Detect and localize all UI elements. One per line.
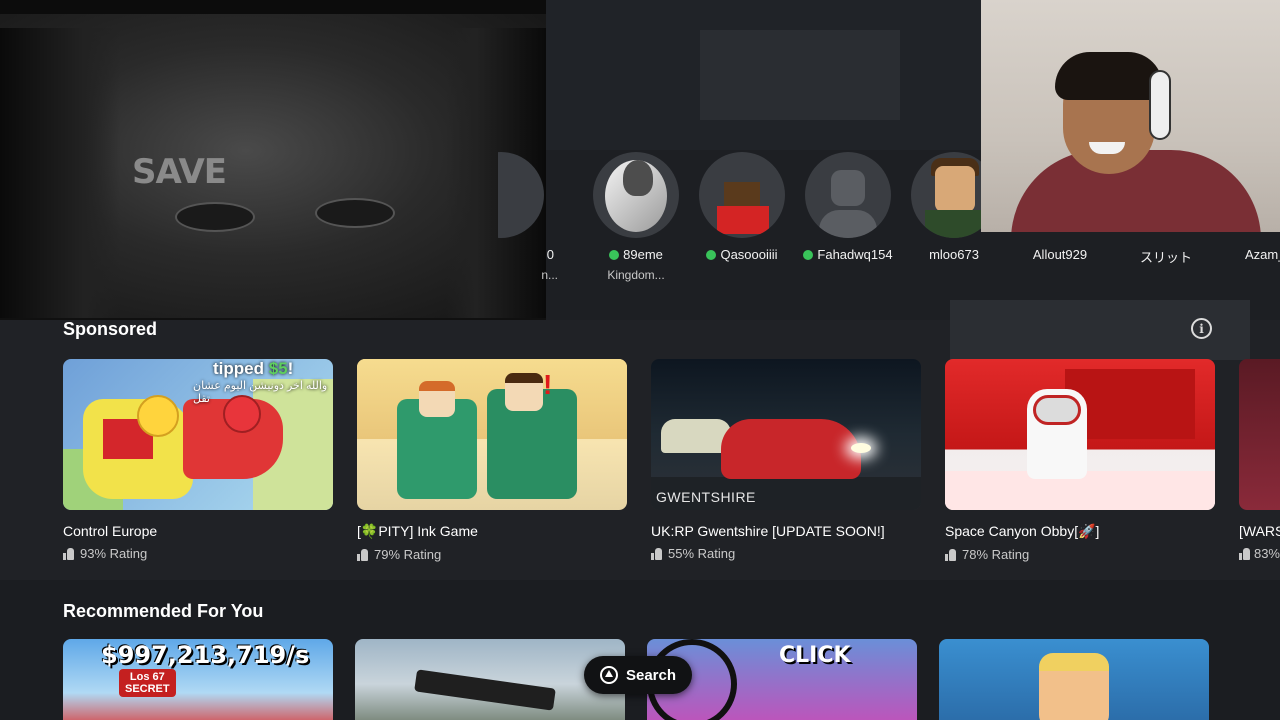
video-save-text: SAVE xyxy=(132,152,227,192)
game-rating: 93% Rating xyxy=(63,546,333,561)
search-button[interactable]: Search xyxy=(584,656,692,694)
webcam-person-hair xyxy=(1055,52,1163,100)
game-rating: 55% Rating xyxy=(651,546,921,561)
friend-status-text: n... xyxy=(541,268,558,282)
triangle-button-icon xyxy=(599,666,618,684)
section-title-sponsored: Sponsored xyxy=(63,319,158,339)
game-rating: 79% Rating xyxy=(357,547,627,562)
headphones-icon xyxy=(1149,70,1171,140)
video-shadow xyxy=(0,28,120,318)
friend-avatar xyxy=(805,152,891,238)
search-label: Search xyxy=(625,666,677,684)
friend-item[interactable]: 0 n... xyxy=(498,152,558,282)
game-title: [WARS xyxy=(1239,523,1280,539)
angel-emoji-icon xyxy=(137,395,179,437)
game-card[interactable]: Space Canyon Obby[🚀] 78% Rating xyxy=(945,359,1215,562)
background-scene xyxy=(700,30,900,120)
avatar-head xyxy=(935,166,975,212)
game-thumbnail xyxy=(945,359,1215,510)
thumbnail-label: $997,213,719/s xyxy=(101,641,310,669)
online-status-icon xyxy=(706,249,717,260)
friend-avatar xyxy=(593,152,679,238)
game-thumbnail: ! xyxy=(357,359,627,510)
thumbs-up-icon xyxy=(63,547,74,560)
game-card[interactable]: GWENTSHIRE UK:RP Gwentshire [UPDATE SOON… xyxy=(651,359,921,561)
friend-name: Qasoooiiii xyxy=(692,247,792,262)
friend-name: Allout929 xyxy=(1032,247,1088,262)
friend-status-text: Kingdom... xyxy=(607,268,665,282)
game-rating: 78% Rating xyxy=(945,547,1215,562)
thumbnail-label: GWENTSHIRE xyxy=(656,489,756,505)
avatar-body xyxy=(819,210,877,238)
gun-icon xyxy=(414,669,556,711)
thumbs-up-icon xyxy=(651,547,662,560)
info-icon[interactable]: i xyxy=(1191,318,1212,339)
thumbs-up-icon xyxy=(945,548,956,561)
section-title-recommended: Recommended For You xyxy=(63,601,264,621)
video-overlay: SAVE xyxy=(0,14,546,320)
thumbnail-label: CLICK xyxy=(779,643,851,668)
friend-name: Azam_ xyxy=(1245,247,1280,262)
friend-item[interactable]: Fahadwq154 xyxy=(798,152,898,262)
thumbnail-badge: Los 67 SECRET xyxy=(119,669,176,697)
friend-avatar xyxy=(699,152,785,238)
game-rating: 83% xyxy=(1239,546,1280,561)
game-title: Control Europe xyxy=(63,523,158,539)
video-top-edge xyxy=(0,0,546,14)
video-eye xyxy=(175,202,255,232)
friend-name: mloo673 xyxy=(929,247,979,262)
online-status-icon xyxy=(803,249,814,260)
game-card[interactable] xyxy=(939,639,1209,720)
game-card[interactable]: [WARS 83% xyxy=(1239,359,1280,561)
online-status-icon xyxy=(609,249,620,260)
game-card[interactable]: ! [🍀PITY] Ink Game 79% Rating xyxy=(357,359,627,562)
friend-avatar xyxy=(498,152,544,238)
thumbs-up-icon xyxy=(357,548,368,561)
game-thumbnail: GWENTSHIRE xyxy=(651,359,921,510)
avatar-head xyxy=(831,170,865,206)
donation-message: والله اخر دونيشن اليوم عشان تقل xyxy=(193,380,328,405)
friend-name: 0 xyxy=(546,247,554,262)
video-face xyxy=(165,192,405,252)
avatar-body xyxy=(717,206,769,234)
avatar-body xyxy=(925,210,983,238)
game-card[interactable]: $997,213,719/s Los 67 SECRET xyxy=(63,639,333,720)
avatar-egg xyxy=(605,160,667,232)
friend-item[interactable]: 89eme Kingdom... xyxy=(586,152,686,282)
game-title: Space Canyon Obby[🚀] xyxy=(945,523,1100,539)
character-face xyxy=(1039,653,1109,720)
game-title: [🍀PITY] Ink Game xyxy=(357,523,478,539)
friend-name: Fahadwq154 xyxy=(798,247,898,262)
donation-banner: tipped $5! xyxy=(213,359,294,378)
video-eye xyxy=(315,198,395,228)
friend-name: スリット xyxy=(1139,250,1192,265)
avatar-head xyxy=(724,182,760,208)
friend-item[interactable]: Qasoooiiii xyxy=(692,152,792,262)
game-title: UK:RP Gwentshire [UPDATE SOON!] xyxy=(651,523,885,539)
game-thumbnail xyxy=(1239,359,1280,510)
webcam-overlay xyxy=(981,0,1280,232)
thumbs-up-icon xyxy=(1239,547,1250,560)
friend-name: 89eme xyxy=(586,247,686,262)
game-thumbnail: tipped $5! والله اخر دونيشن اليوم عشان ت… xyxy=(63,359,333,510)
game-card[interactable]: tipped $5! والله اخر دونيشن اليوم عشان ت… xyxy=(63,359,333,561)
